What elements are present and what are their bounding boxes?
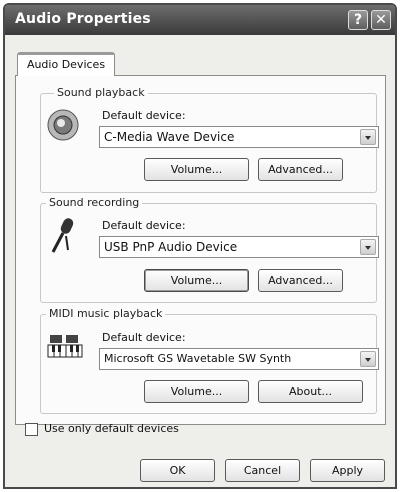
use-only-default-checkbox[interactable]: [25, 423, 38, 436]
chevron-down-icon[interactable]: [360, 129, 376, 145]
microphone-icon: [51, 218, 74, 253]
recording-volume-button[interactable]: Volume...: [144, 269, 249, 292]
recording-advanced-button[interactable]: Advanced...: [258, 269, 343, 292]
recording-default-device-label: Default device:: [102, 219, 186, 232]
playback-volume-button[interactable]: Volume...: [144, 158, 249, 181]
recording-device-select[interactable]: USB PnP Audio Device: [99, 236, 379, 258]
sound-recording-label: Sound recording: [46, 196, 143, 209]
ok-button[interactable]: OK: [140, 459, 215, 482]
use-only-default-label[interactable]: Use only default devices: [44, 422, 179, 435]
chevron-down-icon[interactable]: [360, 239, 376, 255]
midi-default-device-label: Default device:: [102, 331, 186, 344]
sound-playback-label: Sound playback: [54, 86, 148, 99]
playback-advanced-button[interactable]: Advanced...: [258, 158, 343, 181]
playback-default-device-label: Default device:: [102, 109, 186, 122]
recording-device-value: USB PnP Audio Device: [104, 240, 238, 254]
playback-device-value: C-Media Wave Device: [104, 130, 235, 144]
help-button[interactable]: ?: [348, 10, 368, 30]
midi-device-select[interactable]: Microsoft GS Wavetable SW Synth: [99, 348, 379, 370]
window-title: Audio Properties: [15, 11, 151, 27]
close-button[interactable]: ✕: [371, 10, 391, 30]
tab-audio-devices[interactable]: Audio Devices: [17, 52, 115, 76]
midi-about-button[interactable]: About...: [258, 380, 363, 403]
title-bar[interactable]: Audio Properties ? ✕: [5, 5, 395, 35]
speaker-icon: [47, 109, 79, 141]
audio-properties-window: Audio Properties ? ✕ Audio Devices Sound…: [3, 3, 397, 489]
midi-playback-label: MIDI music playback: [46, 307, 166, 320]
midi-device-value: Microsoft GS Wavetable SW Synth: [104, 352, 292, 365]
playback-device-select[interactable]: C-Media Wave Device: [99, 126, 379, 148]
cancel-button[interactable]: Cancel: [225, 459, 300, 482]
midi-volume-button[interactable]: Volume...: [144, 380, 249, 403]
apply-button[interactable]: Apply: [310, 459, 385, 482]
tab-panel: Sound playback Default device: C-Media W…: [15, 75, 386, 425]
chevron-down-icon[interactable]: [360, 351, 376, 367]
midi-keyboard-icon: [47, 335, 83, 358]
